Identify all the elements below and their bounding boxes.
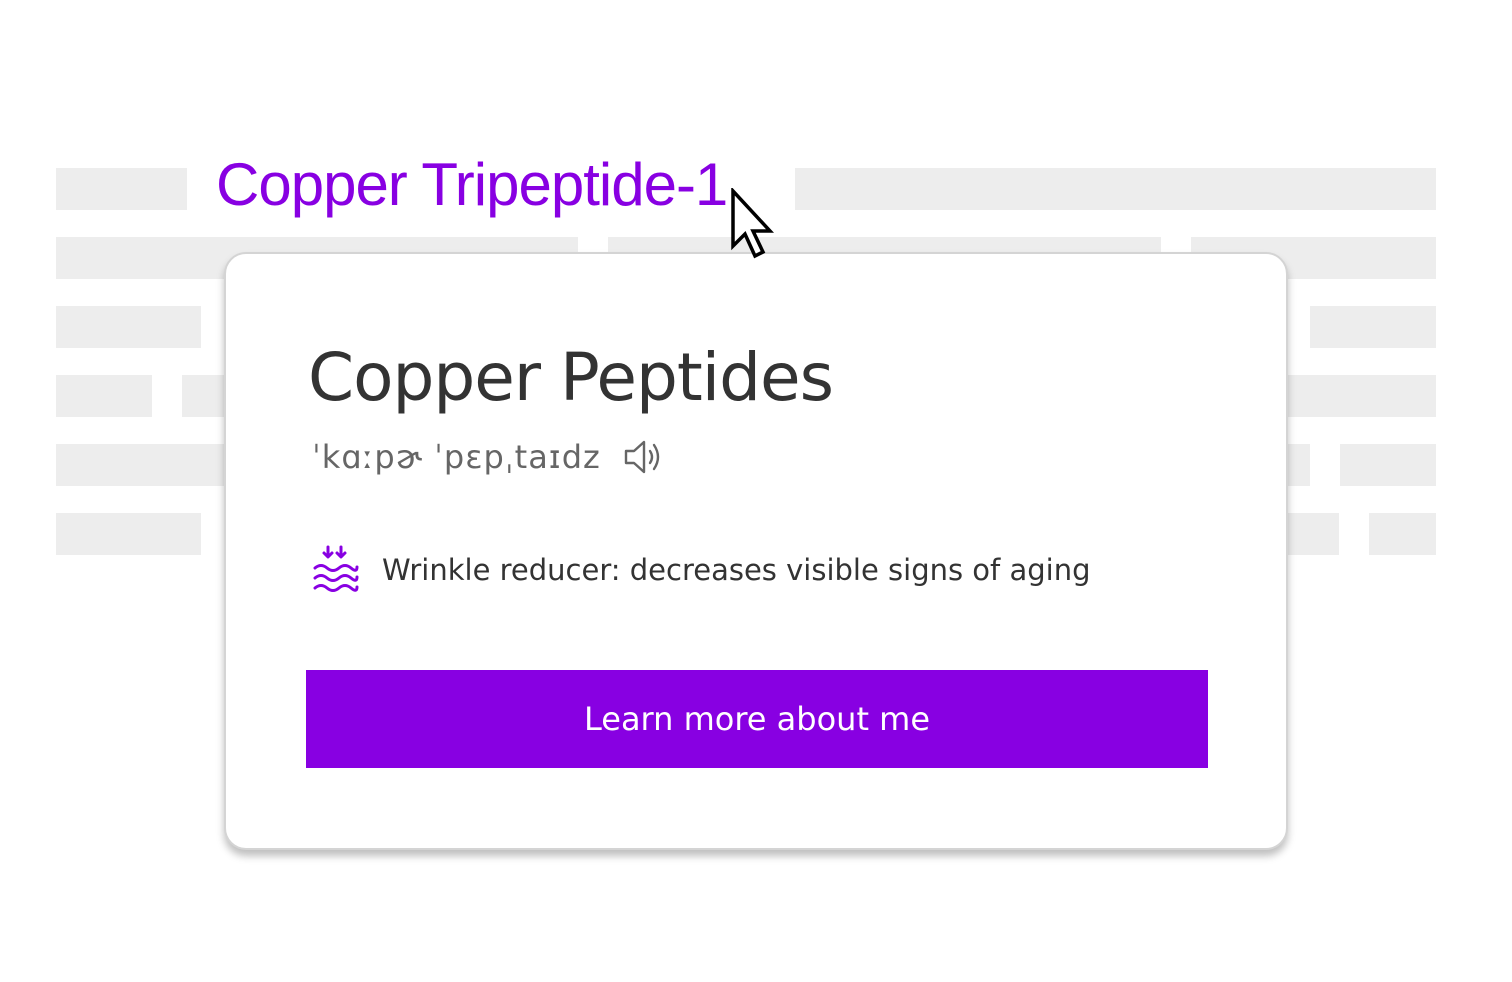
pronunciation-text: ˈkɑːpɚ ˈpɛpˌtaɪdz <box>312 438 601 476</box>
benefit-row: Wrinkle reducer: decreases visible signs… <box>310 540 1091 600</box>
speaker-icon <box>624 440 659 474</box>
placeholder-line <box>56 375 152 417</box>
placeholder-line <box>56 444 236 486</box>
article-page: Copper Tripeptide-1 Copper Peptides ˈkɑː… <box>0 0 1512 982</box>
placeholder-line <box>56 168 187 210</box>
placeholder-line <box>56 513 201 555</box>
learn-more-button[interactable]: Learn more about me <box>306 670 1208 768</box>
placeholder-line <box>795 168 1436 210</box>
placeholder-line <box>1340 444 1436 486</box>
ingredient-link[interactable]: Copper Tripeptide-1 <box>216 150 728 220</box>
wrinkle-reducer-icon <box>310 543 360 597</box>
placeholder-line <box>1310 306 1436 348</box>
placeholder-line <box>56 306 201 348</box>
pronunciation-row: ˈkɑːpɚ ˈpɛpˌtaɪdz <box>312 434 667 480</box>
placeholder-line <box>1280 375 1436 417</box>
placeholder-line <box>1280 513 1339 555</box>
popover-title: Copper Peptides <box>308 339 834 416</box>
play-pronunciation-button[interactable] <box>621 434 667 480</box>
mouse-pointer-icon <box>731 188 775 259</box>
ingredient-popover: Copper Peptides ˈkɑːpɚ ˈpɛpˌtaɪdz Wrinkl… <box>224 252 1288 850</box>
benefit-text: Wrinkle reducer: decreases visible signs… <box>382 553 1091 587</box>
placeholder-line <box>1369 513 1436 555</box>
